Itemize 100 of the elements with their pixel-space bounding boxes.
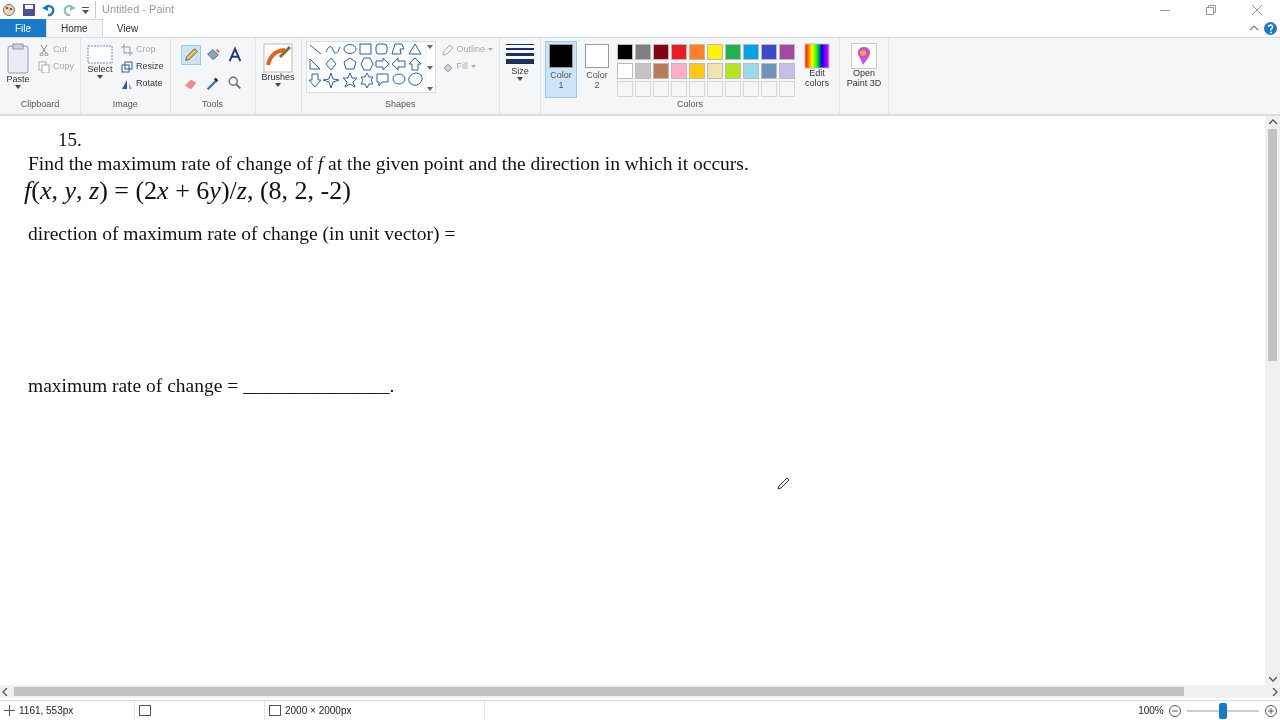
pencil-icon (182, 46, 199, 64)
size-button[interactable]: Size (504, 41, 537, 111)
scroll-right-icon[interactable] (1272, 687, 1278, 696)
scroll-down-icon[interactable] (1268, 676, 1277, 683)
brush-icon (263, 43, 294, 73)
crop-icon (121, 43, 133, 56)
ribbon-tab[interactable]: View (102, 19, 153, 37)
customize-menu-icon[interactable] (82, 5, 89, 14)
empty-color-slot (707, 81, 724, 97)
question-text: Find the maximum rate of change of f at the given point and the direction in which it occurs. (28, 151, 749, 176)
rotate-button[interactable]: Rotate (119, 75, 166, 92)
line-sizes-icon (506, 43, 535, 67)
resize-icon (121, 60, 133, 73)
empty-color-slot (671, 81, 688, 97)
question-number: 15. (57, 129, 82, 152)
shapes-scroll-down-icon[interactable] (425, 63, 434, 71)
zoom-percentage: 100% (1138, 704, 1164, 718)
resize-button[interactable]: Resize (119, 58, 166, 75)
zoom-in-icon[interactable] (1265, 704, 1278, 717)
pencil-cursor-icon (777, 476, 791, 490)
undo-icon[interactable] (42, 2, 56, 17)
brushes-button[interactable]: Brushes (259, 41, 297, 111)
collapse-ribbon-icon[interactable] (1248, 25, 1259, 31)
clipboard-icon (6, 43, 30, 75)
empty-color-slot (761, 81, 778, 97)
paint-app-icon[interactable] (2, 2, 16, 17)
caret-icon (275, 82, 282, 87)
caret-icon (97, 74, 103, 79)
group-label: Shapes (384, 97, 417, 111)
color-swatch[interactable] (743, 44, 760, 60)
cursor-position: 1161, 553px (19, 704, 74, 718)
color-swatch[interactable] (653, 44, 670, 60)
color-swatch[interactable] (689, 44, 706, 60)
open-paint-3d-button[interactable]: Open Paint 3D (844, 41, 885, 111)
color-swatch[interactable] (725, 44, 742, 60)
select-button[interactable]: Select (85, 41, 115, 98)
caret-icon (471, 65, 477, 68)
empty-color-slot (725, 81, 742, 97)
color-swatch[interactable] (761, 62, 778, 79)
color-swatch[interactable] (725, 62, 742, 79)
color-swatch[interactable] (689, 62, 706, 79)
group-label: Image (111, 97, 139, 111)
pencil-tool[interactable] (180, 45, 201, 65)
color-slot-button[interactable]: Color 1 (545, 41, 578, 98)
color-swatch[interactable] (617, 44, 634, 60)
caret-icon (517, 76, 524, 81)
group-label: Clipboard (19, 97, 61, 111)
color-swatch[interactable] (707, 62, 724, 79)
cursor-position-icon (4, 705, 15, 716)
group-label: Colors (676, 97, 705, 111)
empty-color-slot (653, 81, 670, 97)
window-title: Untitled - Paint (95, 1, 175, 18)
group-label: Tools (201, 97, 225, 111)
empty-color-slot (617, 81, 634, 97)
save-icon[interactable] (22, 2, 36, 17)
selection-size-icon (139, 705, 151, 716)
function-formula: f(x, y, z) = (2x + 6y)/z, (8, 2, -2) (24, 175, 351, 207)
color-swatch[interactable] (761, 44, 778, 60)
color-swatch[interactable] (635, 62, 652, 79)
color-swatch[interactable] (779, 62, 796, 79)
text-icon (226, 46, 243, 64)
close-icon[interactable] (1252, 4, 1262, 15)
empty-color-slot (743, 81, 760, 97)
scroll-up-icon[interactable] (1268, 119, 1277, 125)
color-swatch[interactable] (653, 62, 670, 79)
selection-rectangle-icon (87, 43, 113, 65)
ribbon-tab[interactable]: Home (46, 19, 103, 37)
color-swatch[interactable] (743, 62, 760, 79)
outline-icon (441, 43, 454, 56)
color-swatch[interactable] (707, 44, 724, 60)
cut-icon (38, 43, 50, 56)
color-swatch[interactable] (617, 62, 634, 79)
restore-icon[interactable] (1206, 4, 1216, 15)
vertical-scrollbar-thumb[interactable] (1268, 129, 1277, 361)
ribbon-tab[interactable]: File (0, 19, 46, 37)
canvas-size: 2000 × 2000px (285, 704, 352, 718)
paint-drop-icon (851, 43, 878, 69)
empty-color-slot (635, 81, 652, 97)
color-swatch[interactable] (671, 44, 688, 60)
caret-icon (15, 84, 21, 89)
copy-icon (38, 60, 50, 73)
color-swatch[interactable] (779, 44, 796, 60)
color-slot-button[interactable]: Color 2 (581, 41, 614, 98)
empty-color-slot (689, 81, 706, 97)
caret-icon (488, 48, 494, 51)
paste-button[interactable]: Paste (4, 41, 32, 98)
horizontal-scrollbar-thumb[interactable] (14, 687, 1184, 696)
color-swatch[interactable] (635, 44, 652, 60)
question-text: direction of maximum rate of change (in unit vector) = (28, 222, 456, 246)
scroll-left-icon[interactable] (2, 687, 8, 696)
answer-prompt: maximum rate of change = _______________. (28, 373, 395, 398)
shapes-scroll-up-icon[interactable] (425, 42, 434, 50)
help-icon[interactable] (1264, 21, 1278, 35)
canvas-size-icon (269, 705, 281, 716)
shapes-expand-icon[interactable] (425, 84, 434, 92)
edit-colors-button[interactable]: Edit colors (799, 41, 836, 98)
zoom-slider-thumb[interactable] (1219, 702, 1228, 719)
color-swatch[interactable] (671, 62, 688, 79)
zoom-out-icon[interactable] (1169, 704, 1182, 717)
empty-color-slot (779, 81, 796, 97)
